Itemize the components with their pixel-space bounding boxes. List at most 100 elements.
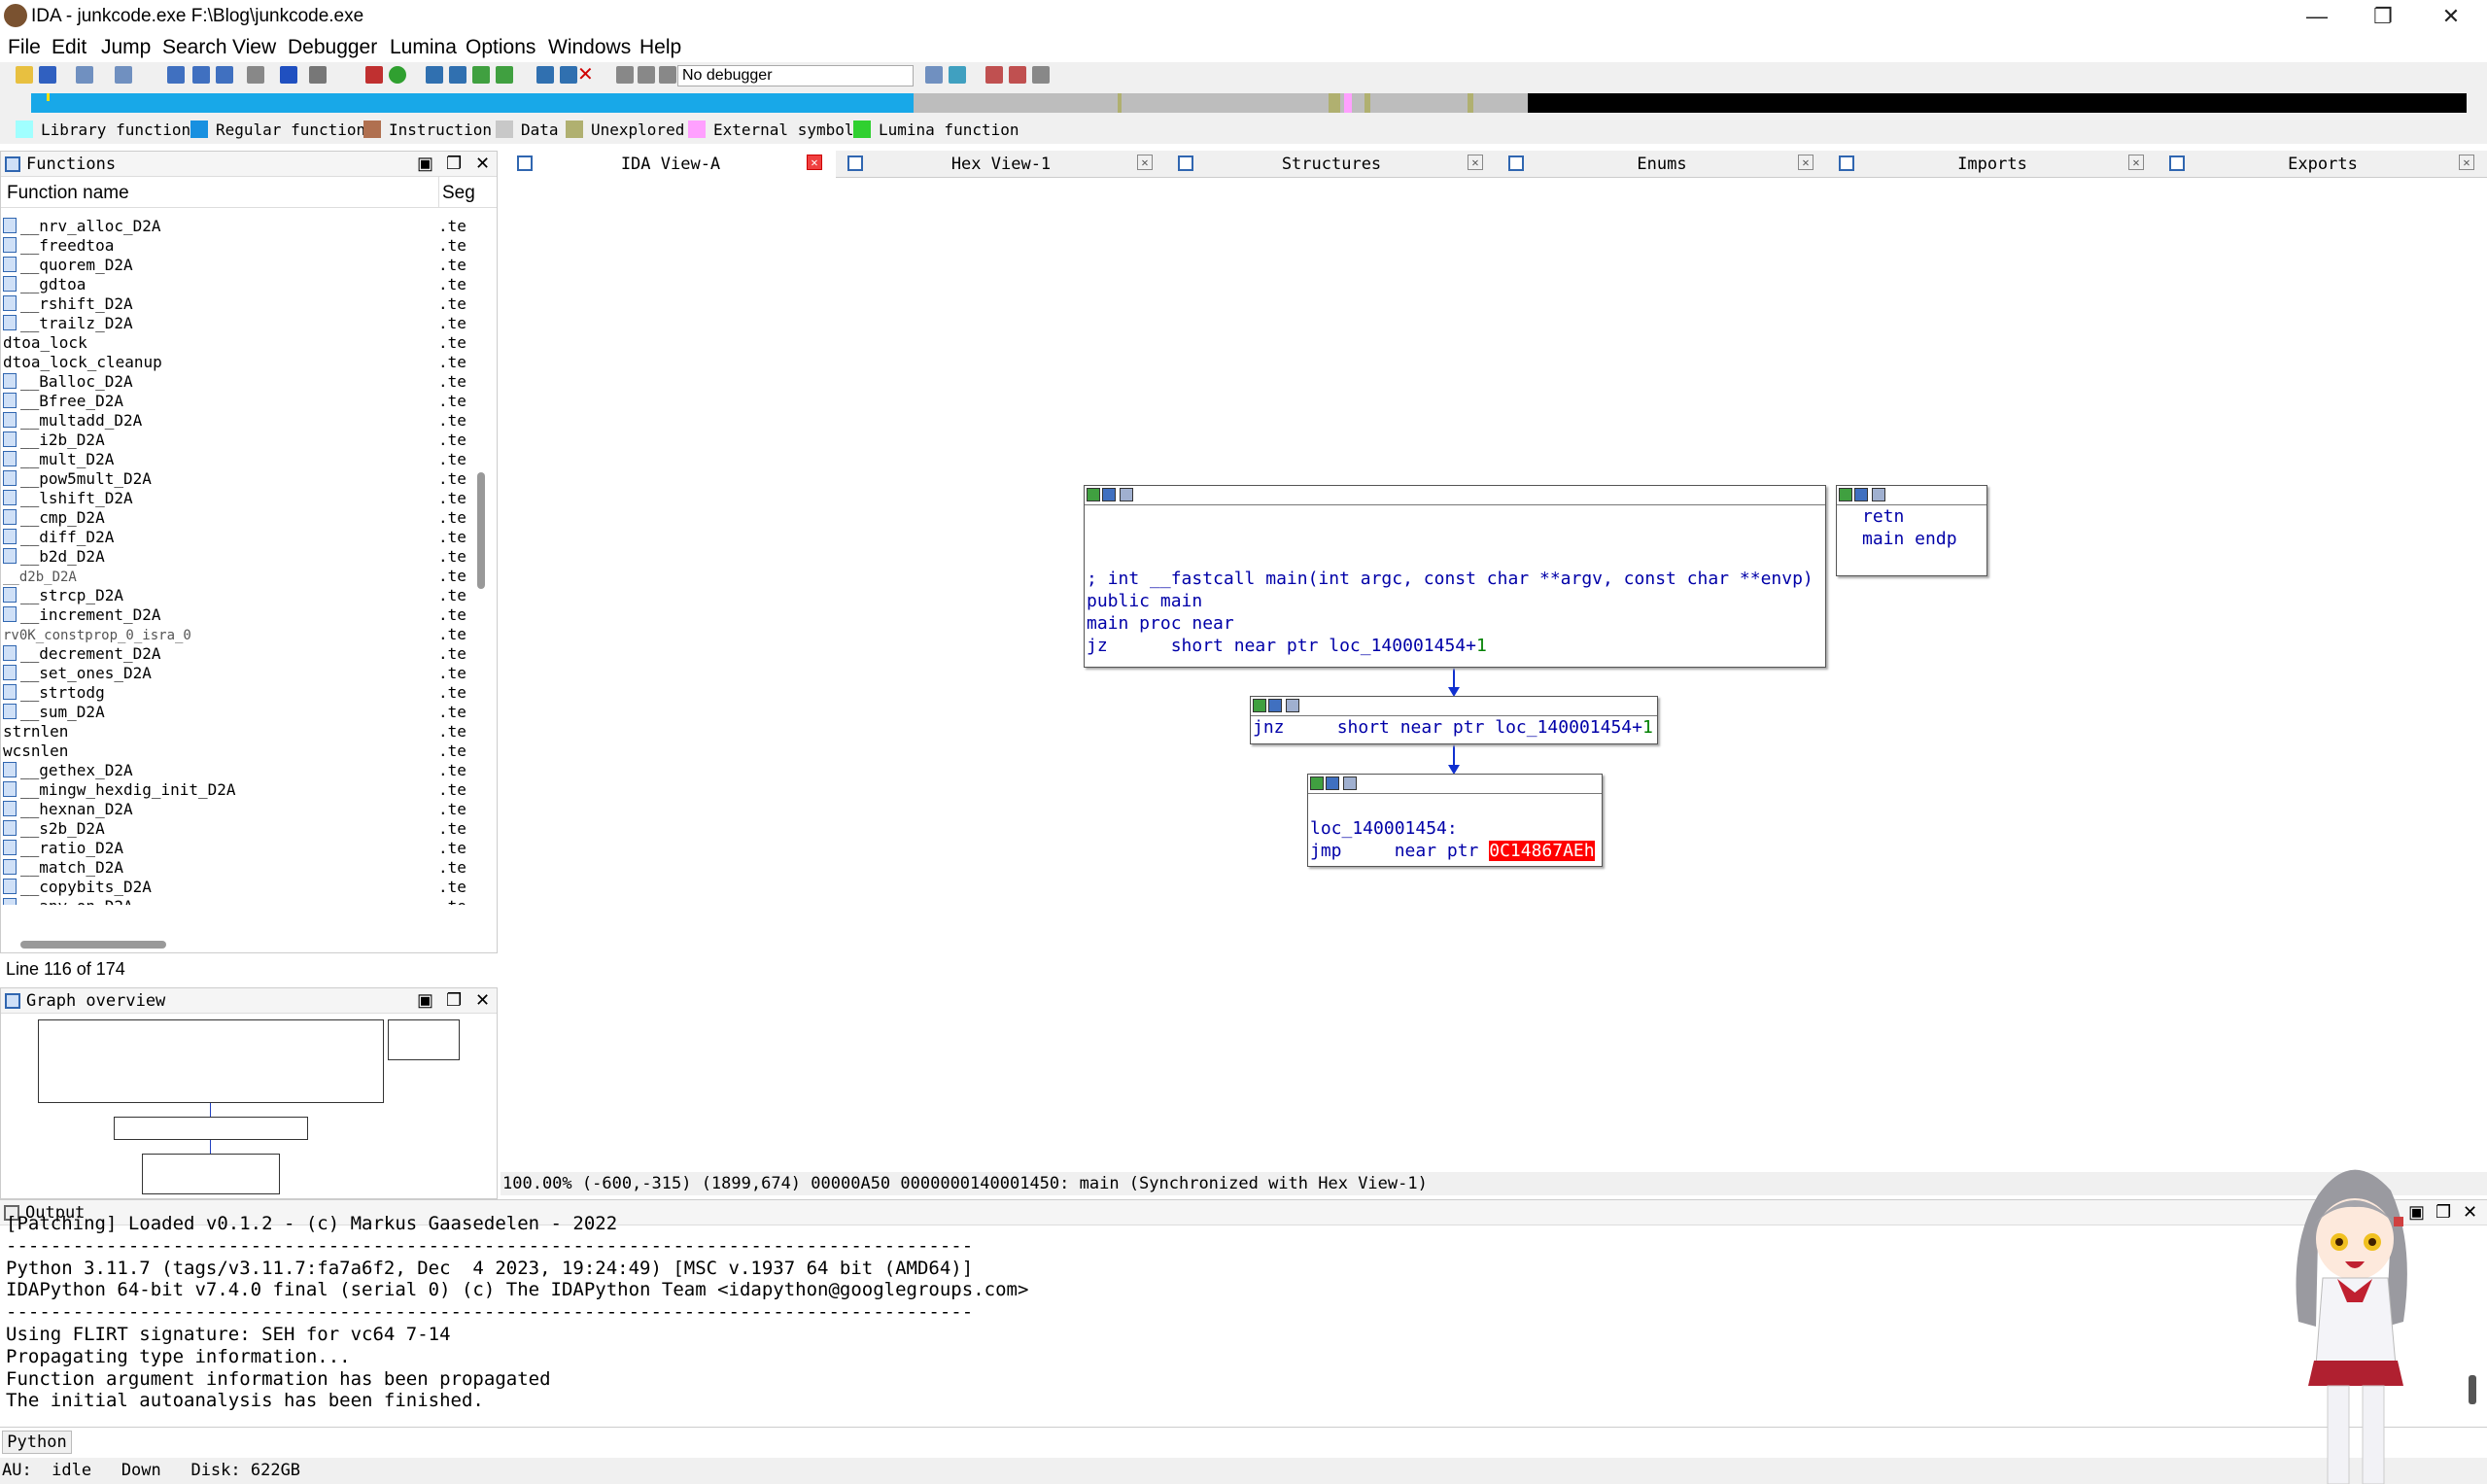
menu-help[interactable]: Help	[639, 36, 681, 59]
graph-node-loc[interactable]: loc_140001454: jmp near ptr 0C14867AEh	[1307, 774, 1603, 867]
tools-icon[interactable]	[560, 66, 577, 84]
column-function-name[interactable]: Function name	[7, 183, 129, 204]
function-row[interactable]: __strtodg .te	[3, 683, 469, 703]
run-icon[interactable]	[389, 66, 406, 84]
graph-view[interactable]: ; int __fastcall main(int argc, const ch…	[501, 178, 2487, 1171]
restore-icon[interactable]: ❐	[446, 990, 462, 1011]
function-row[interactable]: __Balloc_D2A .te	[3, 372, 469, 392]
tab-enums[interactable]: Enums ✕	[1497, 151, 1827, 178]
menu-lumina[interactable]: Lumina	[390, 36, 457, 59]
menu-debugger[interactable]: Debugger	[288, 36, 377, 59]
function-row[interactable]: __set_ones_D2A .te	[3, 664, 469, 683]
float-icon[interactable]: ▣	[417, 990, 433, 1011]
search-text-icon[interactable]	[216, 66, 233, 84]
function-row[interactable]: __mult_D2A .te	[3, 450, 469, 469]
play-icon[interactable]	[616, 66, 634, 84]
close-icon[interactable]: ✕	[2128, 155, 2144, 170]
function-row[interactable]: __increment_D2A .te	[3, 605, 469, 625]
maximize-button[interactable]: ❐	[2354, 2, 2412, 31]
function-row[interactable]: __gethex_D2A .te	[3, 761, 469, 780]
python-command-input[interactable]	[76, 1431, 2476, 1454]
trace-icon[interactable]	[1009, 66, 1026, 84]
open-icon[interactable]	[16, 66, 33, 84]
close-icon[interactable]: ✕	[2463, 1202, 2477, 1223]
menu-view[interactable]: View	[232, 36, 276, 59]
tab-hex-view[interactable]: Hex View-1 ✕	[836, 151, 1166, 178]
tab-structures[interactable]: Structures ✕	[1166, 151, 1497, 178]
stop-debug-icon[interactable]	[659, 66, 676, 84]
function-row[interactable]: __nrv_alloc_D2A .te	[3, 217, 469, 236]
function-row[interactable]: __b2d_D2A .te	[3, 547, 469, 567]
function-row[interactable]: __Bfree_D2A .te	[3, 392, 469, 411]
menu-jump[interactable]: Jump	[101, 36, 151, 59]
minimize-button[interactable]: —	[2288, 2, 2346, 31]
function-row[interactable]: __i2b_D2A .te	[3, 431, 469, 450]
function-row[interactable]: __sum_D2A .te	[3, 703, 469, 722]
overview-node-loc[interactable]	[142, 1154, 280, 1194]
function-row[interactable]: __multadd_D2A .te	[3, 411, 469, 431]
function-row[interactable]: __ratio_D2A .te	[3, 839, 469, 858]
pause-icon[interactable]	[638, 66, 655, 84]
function-row[interactable]: strnlen .te	[3, 722, 469, 742]
output-scrollbar[interactable]	[2469, 1375, 2476, 1404]
float-icon[interactable]: ▣	[417, 154, 433, 174]
overview-node-jnz[interactable]	[114, 1117, 308, 1140]
function-row[interactable]: __quorem_D2A .te	[3, 256, 469, 275]
function-row[interactable]: __decrement_D2A .te	[3, 644, 469, 664]
navigation-band[interactable]	[0, 89, 2487, 117]
graph-node-main[interactable]: ; int __fastcall main(int argc, const ch…	[1084, 485, 1826, 668]
overview-node-retn[interactable]	[388, 1019, 460, 1060]
function-row[interactable]: __freedtoa .te	[3, 236, 469, 256]
debugger-select[interactable]: No debugger	[677, 65, 914, 86]
function-row[interactable]: rv0K_constprop_0_isra_0 .te	[3, 625, 469, 644]
navigation-strip[interactable]	[31, 93, 2467, 113]
function-row[interactable]: wcsnlen .te	[3, 742, 469, 761]
function-row[interactable]: __d2b_D2A .te	[3, 567, 469, 586]
close-icon[interactable]: ✕	[475, 990, 490, 1011]
close-icon[interactable]: ✕	[1798, 155, 1813, 170]
function-row[interactable]: __copybits_D2A .te	[3, 878, 469, 897]
graph-node-retn[interactable]: retn main endp	[1836, 485, 1987, 576]
function-row[interactable]: __hexnan_D2A .te	[3, 800, 469, 819]
plugin2-icon[interactable]	[496, 66, 513, 84]
close-icon[interactable]: ✕	[2459, 155, 2474, 170]
gear-icon[interactable]	[536, 66, 554, 84]
restore-icon[interactable]: ❐	[2435, 1202, 2451, 1223]
column-segment[interactable]: Seg	[442, 183, 475, 204]
forward-icon[interactable]	[115, 66, 132, 84]
function-row[interactable]: __diff_D2A .te	[3, 528, 469, 547]
close-icon[interactable]: ✕	[807, 155, 822, 170]
menu-search[interactable]: Search	[162, 36, 227, 59]
binary-icon[interactable]	[247, 66, 264, 84]
menu-options[interactable]: Options	[466, 36, 535, 59]
breakpoint-icon[interactable]	[985, 66, 1003, 84]
graph-icon[interactable]	[365, 66, 383, 84]
function-row[interactable]: __pow5mult_D2A .te	[3, 469, 469, 489]
overview-node-main[interactable]	[38, 1019, 384, 1103]
plugin-icon[interactable]	[472, 66, 490, 84]
function-row[interactable]: __any_on_D2A .te	[3, 897, 469, 905]
chart-icon[interactable]	[426, 66, 443, 84]
step-icon[interactable]	[1032, 66, 1050, 84]
download-icon[interactable]	[280, 66, 297, 84]
close-icon[interactable]: ✕	[1137, 155, 1153, 170]
stop-icon[interactable]: ✕	[577, 65, 595, 85]
close-icon[interactable]: ✕	[1468, 155, 1483, 170]
python-language-button[interactable]: Python	[2, 1431, 72, 1454]
graph-node-jnz[interactable]: jnz short near ptr loc_140001454+1	[1250, 696, 1658, 744]
menu-edit[interactable]: Edit	[52, 36, 86, 59]
tab-exports[interactable]: Exports ✕	[2158, 151, 2487, 178]
refresh-icon[interactable]	[949, 66, 966, 84]
chart2-icon[interactable]	[449, 66, 466, 84]
format-icon[interactable]	[309, 66, 327, 84]
menu-windows[interactable]: Windows	[548, 36, 631, 59]
function-row[interactable]: __match_D2A .te	[3, 858, 469, 878]
function-row[interactable]: __trailz_D2A .te	[3, 314, 469, 333]
function-row[interactable]: __lshift_D2A .te	[3, 489, 469, 508]
function-row[interactable]: __cmp_D2A .te	[3, 508, 469, 528]
function-row[interactable]: __mingw_hexdig_init_D2A .te	[3, 780, 469, 800]
function-row[interactable]: __rshift_D2A .te	[3, 294, 469, 314]
function-row[interactable]: __s2b_D2A .te	[3, 819, 469, 839]
function-row[interactable]: __strcp_D2A .te	[3, 586, 469, 605]
function-row[interactable]: __gdtoa .te	[3, 275, 469, 294]
